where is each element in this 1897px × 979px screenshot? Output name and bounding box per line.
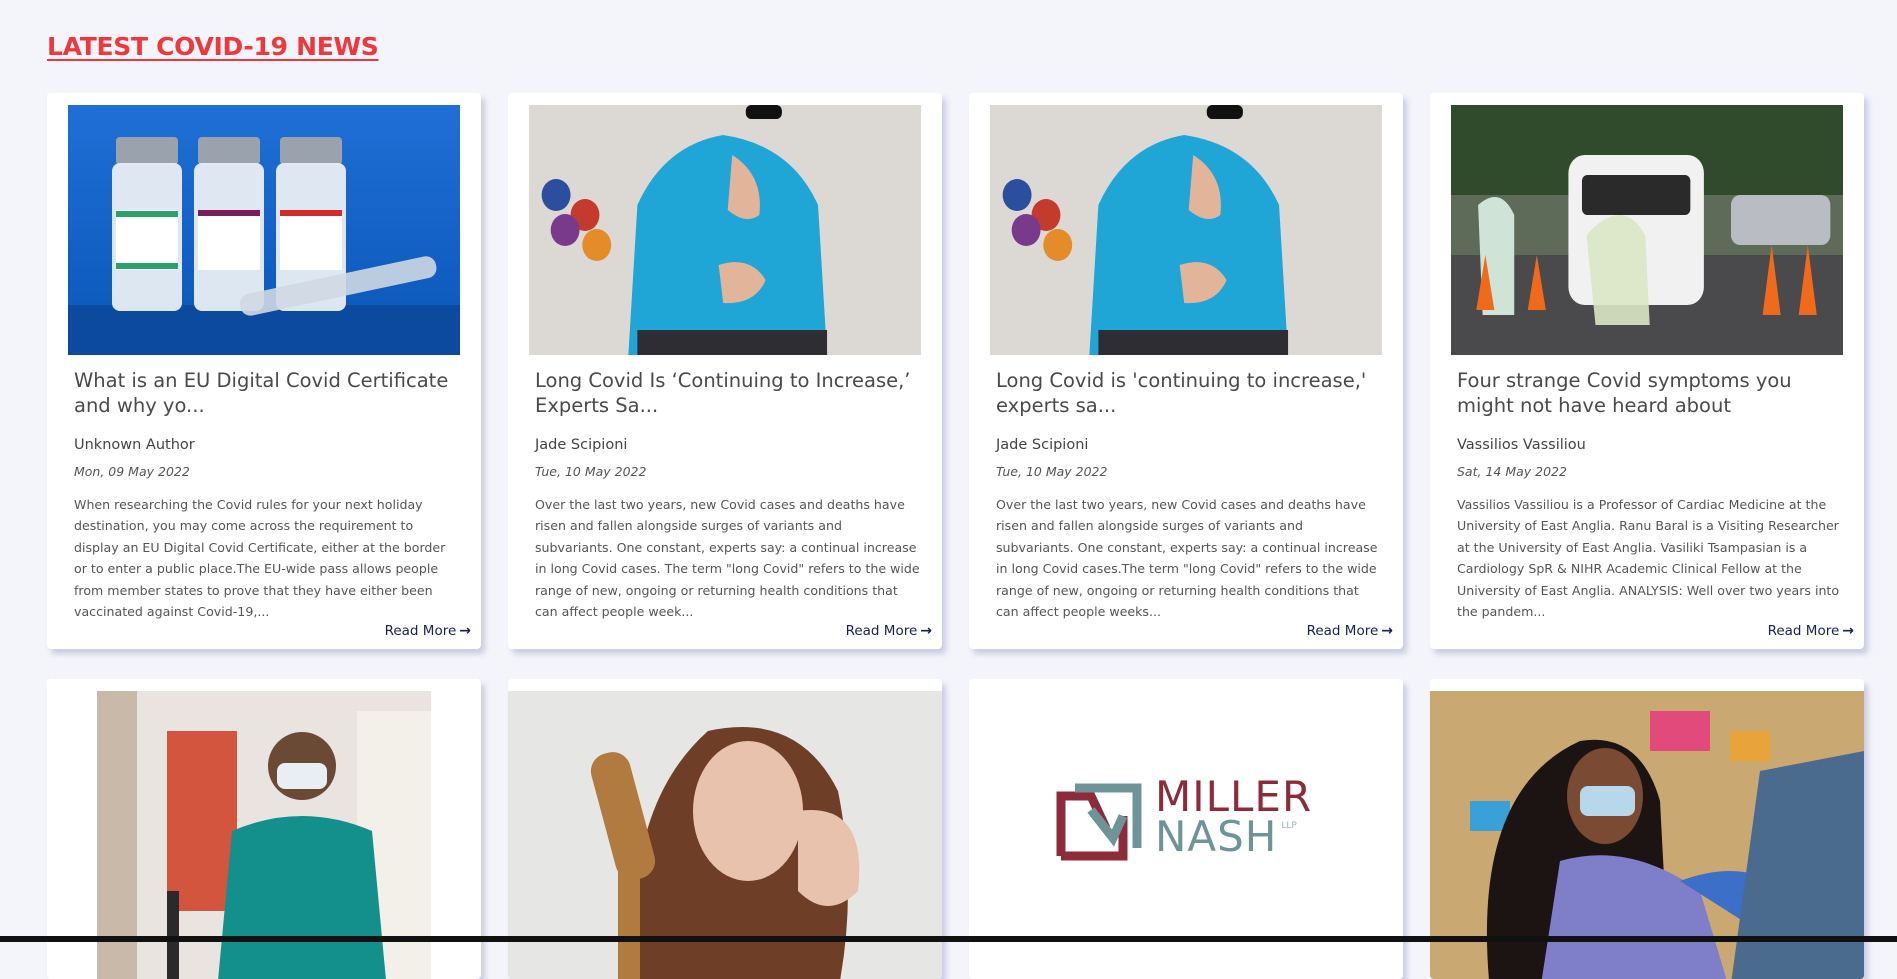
article-title[interactable]: Long Covid Is ‘Continuing to Increase,’ …: [535, 368, 922, 418]
news-card[interactable]: Long Covid Is ‘Continuing to Increase,’ …: [508, 93, 942, 649]
article-date: Tue, 10 May 2022: [996, 464, 1108, 479]
article-date: Tue, 10 May 2022: [535, 464, 647, 479]
read-more-label: Read More: [1767, 623, 1840, 639]
read-more-link[interactable]: Read More →: [385, 623, 471, 639]
bottom-bar: [0, 936, 1897, 942]
logo-wordmark: MILLER NASH LLP: [1155, 772, 1313, 861]
vaccine-vials-image[interactable]: [68, 105, 460, 355]
read-more-label: Read More: [384, 623, 457, 639]
article-description: Over the last two years, new Covid cases…: [996, 497, 1378, 620]
article-author: Jade Scipioni: [996, 437, 1089, 453]
article-date: Mon, 09 May 2022: [74, 464, 190, 479]
arrow-right-icon: →: [1842, 623, 1854, 639]
article-description: Vassilios Vassiliou is a Professor of Ca…: [1457, 497, 1840, 620]
article-title[interactable]: Four strange Covid symptoms you might no…: [1457, 368, 1844, 418]
news-card[interactable]: Long Covid is 'continuing to increase,' …: [969, 93, 1403, 649]
news-card[interactable]: [1430, 679, 1864, 979]
arrow-right-icon: →: [459, 623, 471, 639]
logo-line1: MILLER: [1155, 772, 1313, 821]
drive-through-testing-image[interactable]: [1451, 105, 1843, 355]
logo-line2: NASH: [1155, 812, 1278, 861]
article-date: Sat, 14 May 2022: [1457, 464, 1567, 479]
news-grid: What is an EU Digital Covid Certificate …: [47, 93, 1864, 979]
read-more-label: Read More: [1306, 623, 1379, 639]
article-author: Unknown Author: [74, 437, 195, 453]
read-more-link[interactable]: Read More →: [1768, 623, 1854, 639]
man-chest-hand-image[interactable]: [990, 105, 1382, 355]
news-card[interactable]: Four strange Covid symptoms you might no…: [1430, 93, 1864, 649]
article-title[interactable]: Long Covid is 'continuing to increase,' …: [996, 368, 1383, 418]
news-card[interactable]: What is an EU Digital Covid Certificate …: [47, 93, 481, 649]
read-more-link[interactable]: Read More →: [1307, 623, 1393, 639]
news-card[interactable]: MILLER NASH LLP: [969, 679, 1403, 979]
arrow-right-icon: →: [920, 623, 932, 639]
news-card[interactable]: [47, 679, 481, 979]
article-author: Vassilios Vassiliou: [1457, 437, 1586, 453]
article-title[interactable]: What is an EU Digital Covid Certificate …: [74, 368, 461, 418]
arrow-right-icon: →: [1381, 623, 1393, 639]
article-description: Over the last two years, new Covid cases…: [535, 497, 920, 620]
read-more-label: Read More: [845, 623, 918, 639]
man-chest-hand-image[interactable]: [529, 105, 921, 355]
logo-suffix: LLP: [1281, 821, 1297, 831]
article-description: When researching the Covid rules for you…: [74, 497, 446, 620]
news-card[interactable]: [508, 679, 942, 979]
article-author: Jade Scipioni: [535, 437, 628, 453]
page-title: LATEST COVID-19 NEWS: [47, 32, 379, 61]
read-more-link[interactable]: Read More →: [846, 623, 932, 639]
